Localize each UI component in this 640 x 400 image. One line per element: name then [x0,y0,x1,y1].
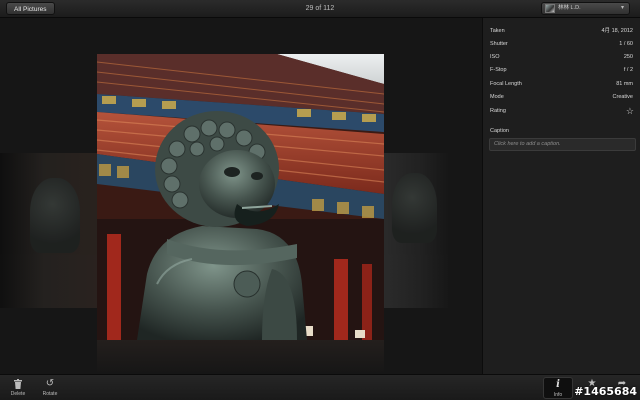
info-button[interactable]: i Info [543,377,573,399]
account-name: 林林 L.D. [558,5,581,11]
info-value: f / 2 [623,67,633,73]
info-icon: i [556,379,560,390]
bottom-toolbar: Delete ↺ Rotate i Info ★ ➦ #1465684 [0,374,640,400]
caption-label: Caption [490,128,509,134]
caption-input[interactable]: Click here to add a caption. [489,138,636,151]
chevron-down-icon: ▾ [620,5,624,11]
photo-viewer [0,18,482,374]
top-bar: All Pictures 29 of 112 林林 L.D. ▾ [0,0,640,18]
info-row-rating: Rating ☆ [490,105,635,118]
info-key: Mode [490,94,504,100]
info-row-shutter: Shutter 1 / 60 [490,38,635,51]
info-label: Info [553,392,563,398]
delete-label: Delete [10,391,26,397]
info-key: Focal Length [490,81,522,87]
photo-reflection [97,340,384,374]
previous-photo-thumbnail[interactable] [0,153,97,308]
info-value: 250 [623,54,633,60]
info-panel: Taken 4月 18, 2012 Shutter 1 / 60 ISO 250… [482,18,640,374]
info-key: ISO [490,54,500,60]
avatar [545,4,555,13]
info-row-mode: Mode Creative [490,91,635,104]
info-row-focal-length: Focal Length 81 mm [490,78,635,91]
rotate-label: Rotate [42,391,58,397]
info-value: 4月 18, 2012 [601,28,634,34]
rotate-icon: ↺ [45,378,55,389]
info-value: 1 / 60 [619,41,633,47]
delete-button[interactable]: Delete [3,377,33,399]
next-photo-thumbnail[interactable] [384,153,448,308]
watermark: #1465684 [574,385,637,398]
trash-icon [3,377,33,391]
info-value: 81 mm [616,81,633,87]
rotate-button[interactable]: ↺ Rotate [35,377,65,399]
info-row-fstop: F-Stop f / 2 [490,64,635,77]
info-value: Creative [612,94,633,100]
star-outline-icon[interactable]: ☆ [626,105,634,118]
info-row-iso: ISO 250 [490,51,635,64]
account-menu[interactable]: 林林 L.D. ▾ [541,2,630,15]
main-photo[interactable] [97,54,384,340]
info-key: Taken [490,28,505,34]
info-row-taken: Taken 4月 18, 2012 [490,25,635,38]
info-key: Shutter [490,41,508,47]
rating-label: Rating [490,108,506,114]
info-key: F-Stop [490,67,507,73]
